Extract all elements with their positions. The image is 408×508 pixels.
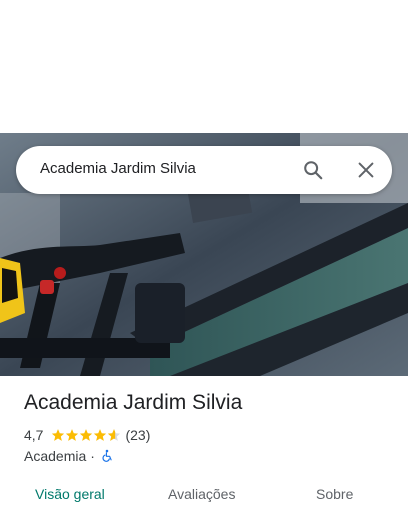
place-title: Academia Jardim Silvia — [24, 391, 243, 414]
close-icon[interactable] — [355, 159, 377, 181]
star-icon — [52, 429, 65, 441]
place-category: Academia — [24, 448, 87, 464]
star-icon — [80, 429, 93, 441]
half-star-icon — [108, 429, 121, 441]
rating-value: 4,7 — [24, 427, 44, 443]
tab-reviews[interactable]: Avaliações — [168, 486, 235, 502]
rating-row[interactable]: 4,7 (23) — [24, 426, 150, 444]
star-icon — [66, 429, 79, 441]
search-input[interactable]: Academia Jardim Silvia — [40, 160, 196, 177]
tab-overview[interactable]: Visão geral — [35, 486, 105, 502]
place-tabs: Visão geral Avaliações Sobre — [0, 478, 408, 508]
tab-about[interactable]: Sobre — [316, 486, 353, 502]
search-bar[interactable]: Academia Jardim Silvia — [16, 146, 392, 194]
star-icon — [94, 429, 107, 441]
review-count[interactable]: (23) — [125, 427, 150, 443]
star-rating — [51, 428, 121, 442]
category-row: Academia · — [24, 447, 114, 465]
wheelchair-icon — [102, 449, 112, 462]
search-icon[interactable] — [302, 159, 324, 181]
separator-dot: · — [90, 448, 95, 464]
